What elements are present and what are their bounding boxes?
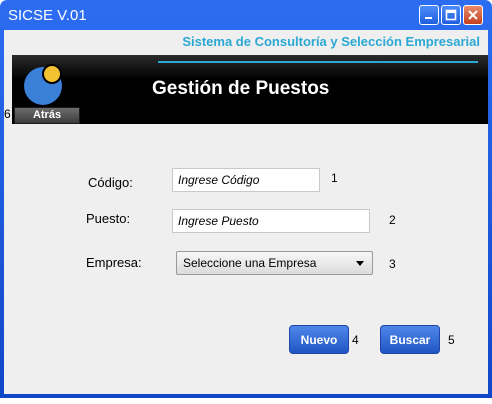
minimize-icon (425, 17, 432, 19)
puesto-label: Puesto: (86, 211, 131, 226)
empresa-select[interactable]: Seleccione una Empresa (176, 251, 373, 275)
chevron-down-icon (356, 261, 364, 266)
app-subtitle: Sistema de Consultoría y Selección Empre… (182, 34, 480, 49)
banner-accent-line (158, 61, 478, 63)
client-area: Sistema de Consultoría y Selección Empre… (4, 30, 488, 394)
codigo-label: Código: (88, 175, 133, 190)
back-button[interactable]: Atrás (14, 107, 80, 124)
minimize-button[interactable] (419, 5, 439, 25)
header-banner: Atrás Gestión de Puestos (12, 55, 488, 124)
buscar-button[interactable]: Buscar (380, 325, 440, 354)
maximize-button[interactable] (441, 5, 461, 25)
puesto-marker: 2 (389, 213, 396, 227)
nuevo-button[interactable]: Nuevo (289, 325, 349, 354)
app-window: SICSE V.01 Sistema de Consultoría y Sele… (0, 0, 492, 398)
buscar-marker: 5 (448, 333, 455, 347)
empresa-marker: 3 (389, 257, 396, 271)
title-bar[interactable]: SICSE V.01 (0, 0, 492, 30)
maximize-icon (445, 9, 457, 21)
puesto-input[interactable] (172, 209, 370, 233)
empresa-label: Empresa: (86, 255, 142, 270)
codigo-marker: 1 (331, 171, 338, 185)
codigo-input[interactable] (172, 168, 320, 192)
close-icon (468, 10, 478, 20)
logo-icon (24, 64, 62, 105)
nuevo-marker: 4 (352, 333, 359, 347)
page-title: Gestión de Puestos (152, 78, 330, 99)
close-button[interactable] (463, 5, 483, 25)
window-title: SICSE V.01 (8, 7, 87, 24)
empresa-select-value: Seleccione una Empresa (183, 256, 317, 270)
back-marker: 6 (4, 107, 11, 121)
